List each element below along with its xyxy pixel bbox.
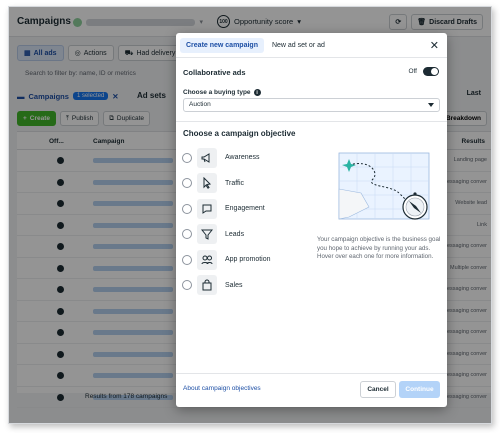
objective-awareness[interactable]: Awareness (182, 145, 302, 171)
objective-label: App promotion (225, 256, 271, 264)
create-campaign-modal: Create new campaign New ad set or ad ✕ C… (176, 33, 447, 407)
objective-label: Sales (225, 281, 243, 289)
radio-button[interactable] (182, 280, 192, 291)
objective-traffic[interactable]: Traffic (182, 171, 302, 197)
funnel-icon (197, 224, 217, 245)
objective-title: Choose a campaign objective (183, 129, 296, 138)
objective-list: Awareness Traffic Engagement Leads App p… (182, 145, 302, 298)
continue-button[interactable]: Continue (399, 381, 440, 398)
caret-down-icon (428, 103, 434, 107)
modal-tabs: Create new campaign New ad set or ad (180, 38, 331, 53)
buying-type-label: Choose a buying type i (183, 89, 261, 96)
objective-label: Engagement (225, 205, 265, 213)
objective-label: Traffic (225, 179, 245, 187)
radio-button[interactable] (182, 254, 192, 265)
objective-leads[interactable]: Leads (182, 222, 302, 248)
radio-button[interactable] (182, 178, 192, 189)
chat-icon (197, 198, 217, 219)
collab-ads-state: Off (408, 68, 417, 75)
objective-label: Awareness (225, 154, 260, 162)
radio-button[interactable] (182, 229, 192, 240)
objective-label: Leads (225, 230, 245, 238)
buying-type-select[interactable]: Auction (183, 98, 440, 112)
close-icon[interactable]: ✕ (430, 39, 439, 52)
collab-ads-label: Collaborative ads (183, 68, 246, 77)
objective-app-promotion[interactable]: App promotion (182, 247, 302, 273)
people-icon (197, 249, 217, 270)
divider (176, 57, 447, 58)
info-icon[interactable]: i (253, 89, 261, 96)
tab-create-new-campaign[interactable]: Create new campaign (180, 38, 264, 53)
tab-new-ad-set-or-ad[interactable]: New ad set or ad (266, 38, 331, 53)
buying-type-label-text: Choose a buying type (183, 89, 251, 96)
collab-ads-toggle[interactable] (423, 67, 439, 76)
cursor-icon (197, 173, 217, 194)
toggle-knob (431, 68, 438, 75)
objective-sales[interactable]: Sales (182, 273, 302, 299)
shopping-bag-icon (197, 275, 217, 296)
objective-description: Your campaign objective is the business … (317, 236, 441, 260)
radio-button[interactable] (182, 203, 192, 214)
divider (176, 121, 447, 122)
about-objectives-link[interactable]: About campaign objectives (183, 385, 261, 392)
divider (176, 373, 447, 374)
objective-illustration (338, 152, 430, 220)
megaphone-icon (197, 147, 217, 168)
cancel-button[interactable]: Cancel (360, 381, 396, 398)
objective-engagement[interactable]: Engagement (182, 196, 302, 222)
radio-button[interactable] (182, 152, 192, 163)
buying-type-value: Auction (189, 101, 211, 108)
